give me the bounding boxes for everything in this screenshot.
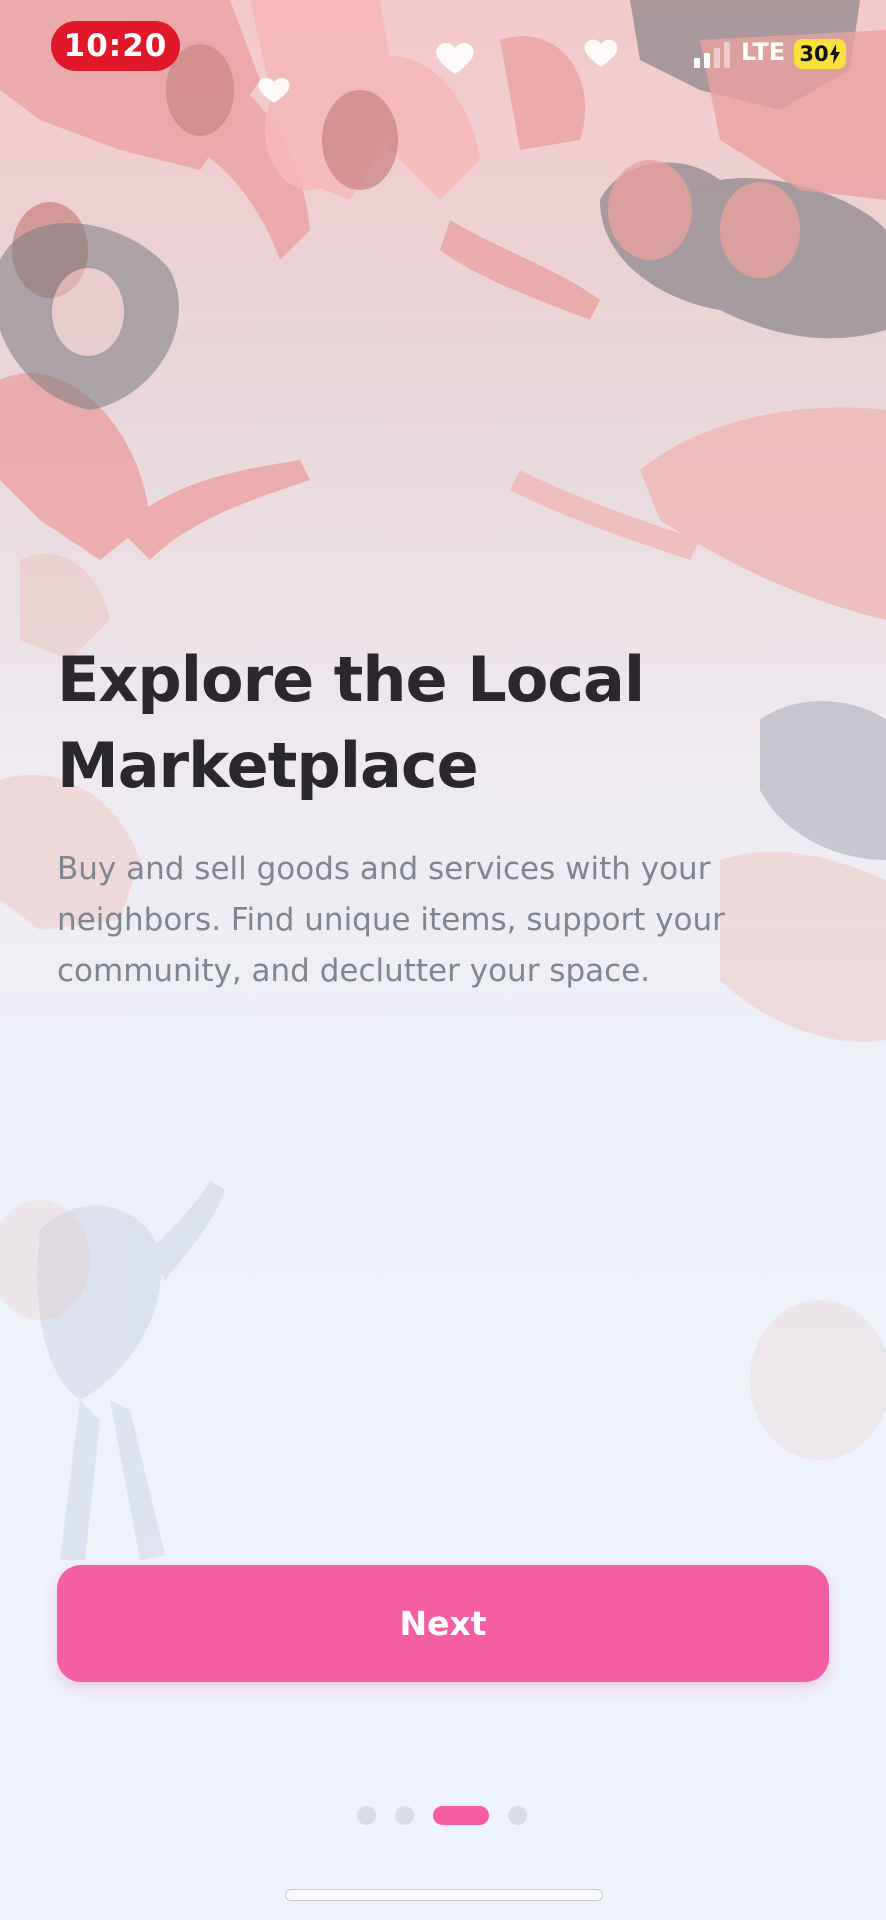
home-indicator[interactable]	[285, 1889, 603, 1901]
page-indicator	[357, 1805, 546, 1825]
status-bar: 10:20 LTE 30	[0, 0, 886, 100]
status-time: 10:20	[51, 21, 180, 71]
onboarding-description: Buy and sell goods and services with you…	[57, 851, 725, 989]
onboarding-title: Explore the Local Marketplace	[57, 643, 645, 802]
page-dot-3-active[interactable]	[433, 1805, 489, 1825]
signal-icon	[694, 42, 730, 68]
page-dot-2[interactable]	[395, 1805, 414, 1825]
next-button[interactable]: Next	[57, 1565, 829, 1682]
battery-level: 30	[799, 42, 829, 66]
battery-icon: 30	[794, 39, 846, 69]
charging-bolt-icon	[829, 44, 840, 64]
page-dot-4[interactable]	[508, 1805, 527, 1825]
page-dot-1[interactable]	[357, 1805, 376, 1825]
network-type: LTE	[741, 38, 786, 66]
